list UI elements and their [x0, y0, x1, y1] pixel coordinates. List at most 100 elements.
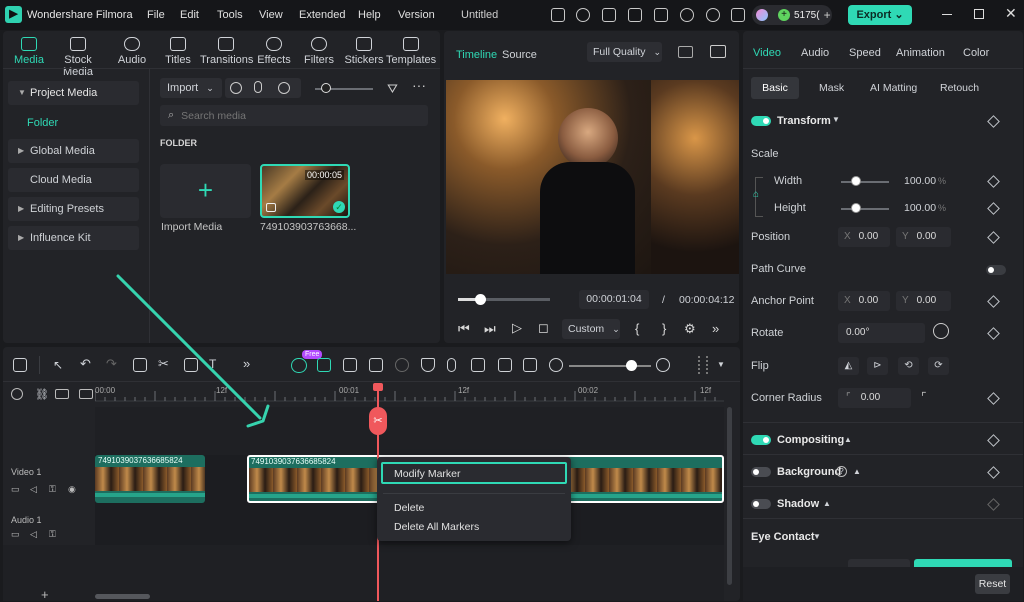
- position-y-field[interactable]: Y 0.00: [896, 227, 951, 247]
- width-slider[interactable]: [841, 181, 889, 183]
- track-lock-icon[interactable]: ⚿: [49, 484, 56, 495]
- keyframe-icon[interactable]: [987, 202, 1000, 215]
- rotate-field[interactable]: 0.00°: [838, 323, 925, 343]
- keyframe-icon[interactable]: [987, 175, 1000, 188]
- filter-icon[interactable]: ⛛: [387, 81, 398, 97]
- eye-contact-option[interactable]: [848, 559, 910, 567]
- prev-frame-icon[interactable]: ⏮: [458, 321, 470, 337]
- position-x-field[interactable]: X 0.00: [838, 227, 890, 247]
- menu-tools[interactable]: Tools: [217, 9, 243, 21]
- subtab-ai-matting[interactable]: AI Matting: [870, 82, 917, 94]
- ribbon-filters[interactable]: Filters: [295, 37, 343, 66]
- corner-radius-field[interactable]: ⌜ 0.00: [838, 388, 911, 408]
- mark-in-icon[interactable]: {: [635, 321, 639, 336]
- compositing-toggle[interactable]: [751, 435, 771, 445]
- expand-arrow-icon[interactable]: ▲: [844, 435, 852, 444]
- import-dropdown[interactable]: Import ⌄: [160, 78, 222, 98]
- zoom-in-icon[interactable]: [656, 358, 670, 372]
- menu-view[interactable]: View: [259, 9, 283, 21]
- tab-source[interactable]: Source: [502, 49, 537, 61]
- play-icon[interactable]: ▷: [512, 320, 522, 336]
- path-curve-toggle[interactable]: [986, 265, 1006, 275]
- track-audio-icon[interactable]: ◁: [30, 529, 37, 540]
- reset-button[interactable]: Reset: [975, 574, 1010, 594]
- transform-toggle[interactable]: [751, 116, 771, 126]
- sidebar-item-project-media[interactable]: ▼ Project Media: [8, 81, 139, 105]
- add-track-icon[interactable]: [79, 389, 93, 399]
- menu-extended[interactable]: Extended: [299, 9, 345, 21]
- track-audio-icon[interactable]: ◁: [30, 484, 37, 495]
- width-value[interactable]: 100.00: [904, 175, 936, 187]
- anchor-y-field[interactable]: Y 0.00: [896, 291, 951, 311]
- playback-progress-track[interactable]: [458, 298, 550, 301]
- background-toggle[interactable]: [751, 467, 771, 477]
- search-input[interactable]: [181, 109, 402, 122]
- tab-audio[interactable]: Audio: [801, 47, 829, 59]
- keyframe-icon[interactable]: [987, 466, 1000, 479]
- rotate-left-icon[interactable]: ⟲: [898, 357, 919, 375]
- anchor-x-field[interactable]: X 0.00: [838, 291, 890, 311]
- add-track-plus-icon[interactable]: +: [41, 587, 49, 602]
- horizontal-scrollbar[interactable]: [95, 594, 150, 599]
- track-visibility-icon[interactable]: ◉: [68, 484, 76, 495]
- audio-mixer-icon[interactable]: [471, 358, 485, 372]
- sidebar-item-cloud-media[interactable]: Cloud Media: [8, 168, 139, 192]
- layout-grid-icon[interactable]: [13, 358, 27, 372]
- more-controls-icon[interactable]: »: [712, 321, 719, 336]
- collapse-arrow-icon[interactable]: ▼: [832, 115, 840, 124]
- select-cursor-icon[interactable]: ↖: [53, 358, 67, 372]
- sidebar-item-folder[interactable]: Folder: [27, 117, 58, 129]
- subtab-retouch[interactable]: Retouch: [940, 82, 979, 94]
- collapse-arrow-icon[interactable]: ▼: [813, 532, 821, 541]
- track-folder-icon[interactable]: ▭: [11, 484, 20, 495]
- tab-timeline[interactable]: Timeline: [456, 49, 497, 61]
- width-slider-knob[interactable]: [851, 176, 861, 186]
- gift-icon[interactable]: [551, 8, 565, 22]
- media-clip-thumbnail[interactable]: 00:00:05 ✓: [260, 164, 350, 218]
- record-icon[interactable]: [230, 82, 242, 94]
- track-options-icon[interactable]: [698, 356, 708, 374]
- credits-badge[interactable]: + 5175( +: [752, 5, 832, 25]
- expand-corners-icon[interactable]: ⌜: [921, 390, 927, 404]
- ribbon-audio[interactable]: Audio: [108, 37, 156, 66]
- microphone-icon[interactable]: [254, 81, 262, 93]
- search-box[interactable]: ⌕: [160, 105, 428, 126]
- stop-icon[interactable]: ◻: [538, 320, 549, 336]
- save-icon[interactable]: [654, 8, 668, 22]
- expand-arrow-icon[interactable]: ▲: [823, 499, 831, 508]
- shadow-toggle[interactable]: [751, 499, 771, 509]
- export-button[interactable]: Export ⌄: [848, 5, 912, 25]
- zoom-out-icon[interactable]: [549, 358, 563, 372]
- flip-horizontal-icon[interactable]: ◭: [838, 357, 859, 375]
- shield-icon[interactable]: [421, 358, 435, 372]
- ribbon-templates[interactable]: Templates: [386, 37, 436, 66]
- headset-icon[interactable]: [706, 8, 720, 22]
- vertical-scrollbar[interactable]: [727, 407, 732, 585]
- chevron-down-icon[interactable]: ▼: [717, 360, 725, 369]
- eye-contact-apply[interactable]: [914, 559, 1012, 567]
- menu-version[interactable]: Version: [398, 9, 435, 21]
- mark-out-icon[interactable]: }: [662, 321, 666, 336]
- split-marker-scissors-icon[interactable]: ✂: [369, 407, 387, 435]
- tab-color[interactable]: Color: [963, 47, 989, 59]
- track-lock-icon[interactable]: ⚿: [49, 529, 56, 540]
- undo-icon[interactable]: ↶: [80, 356, 94, 371]
- rotate-right-icon[interactable]: ⟳: [928, 357, 949, 375]
- zoom-slider-knob[interactable]: [626, 360, 637, 371]
- quality-dropdown[interactable]: Full Quality ⌄: [587, 42, 662, 62]
- speed-icon[interactable]: [395, 358, 409, 372]
- menu-file[interactable]: File: [147, 9, 165, 21]
- snapshot-icon[interactable]: [710, 45, 726, 58]
- tab-video[interactable]: Video: [753, 47, 781, 59]
- menu-help[interactable]: Help: [358, 9, 381, 21]
- keyframe-icon[interactable]: [987, 231, 1000, 244]
- track-folder-icon[interactable]: ▭: [11, 529, 20, 540]
- zoom-slider[interactable]: [569, 365, 651, 367]
- rotate-dial-icon[interactable]: [933, 323, 949, 339]
- context-item-delete[interactable]: Delete: [394, 502, 424, 514]
- lock-icon[interactable]: ⌂: [753, 189, 759, 200]
- menu-edit[interactable]: Edit: [180, 9, 199, 21]
- replace-icon[interactable]: [343, 358, 357, 372]
- context-item-delete-all-markers[interactable]: Delete All Markers: [394, 521, 479, 533]
- microphone-icon[interactable]: [447, 358, 456, 372]
